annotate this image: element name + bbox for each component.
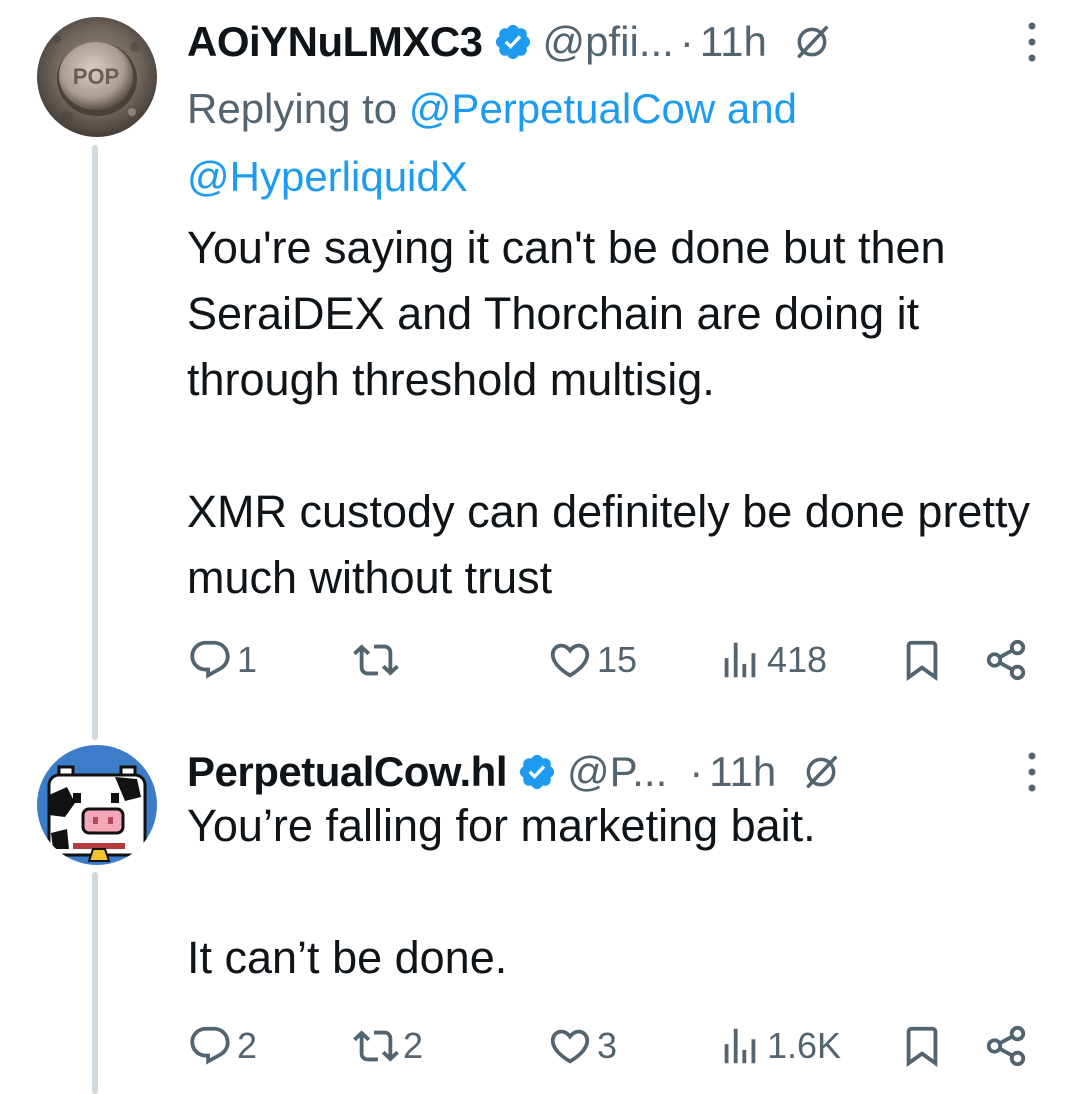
- share-icon: [986, 639, 1026, 681]
- thread-line: [92, 145, 98, 740]
- thread-line: [92, 872, 98, 1094]
- bookmark-icon: [906, 640, 938, 681]
- handle[interactable]: @pfii...: [543, 18, 674, 66]
- heart-icon: [550, 1029, 590, 1064]
- replying-to-label: Replying to: [187, 85, 398, 132]
- verified-badge-icon: [519, 754, 555, 790]
- views-button[interactable]: 418: [717, 630, 827, 690]
- grok-icon[interactable]: [802, 753, 840, 791]
- repost-count: 2: [403, 1025, 424, 1066]
- repost-button[interactable]: [353, 630, 403, 690]
- timestamp[interactable]: 11h: [700, 18, 767, 66]
- heart-icon: [550, 643, 590, 678]
- views-button[interactable]: 1.6K: [717, 1016, 841, 1076]
- views-bar-chart-icon: [724, 642, 756, 678]
- share-icon: [986, 1025, 1026, 1067]
- view-count: 418: [767, 639, 828, 680]
- mention-link[interactable]: @HyperliquidX: [187, 153, 468, 200]
- timestamp[interactable]: 11h: [709, 748, 776, 796]
- action-bar: 2 2 3 1.6K: [187, 1016, 1040, 1076]
- display-name[interactable]: AOiYNuLMXC3: [187, 18, 483, 66]
- more-vertical-icon[interactable]: [1024, 750, 1040, 794]
- like-count: 15: [597, 639, 638, 680]
- mention-link[interactable]: @PerpetualCow: [409, 85, 715, 132]
- handle[interactable]: @P...: [567, 748, 667, 796]
- avatar[interactable]: POP: [37, 17, 157, 137]
- bookmark-icon: [906, 1026, 938, 1067]
- action-bar: 1 15 418: [187, 630, 1040, 690]
- separator: ·: [679, 18, 694, 65]
- reply-count: 1: [237, 639, 258, 680]
- share-button[interactable]: [983, 630, 1033, 690]
- like-button[interactable]: 15: [547, 630, 637, 690]
- separator: ·: [689, 748, 704, 795]
- tweet-text: You’re falling for marketing bait. It ca…: [187, 800, 816, 983]
- tweet-thread: POP AOiYNuLMXC3 @pfii... · 11h Replying …: [0, 0, 1080, 1094]
- replying-to: Replying to @PerpetualCow and @Hyperliqu…: [187, 75, 1040, 211]
- tweet[interactable]: POP AOiYNuLMXC3 @pfii... · 11h Replying …: [0, 0, 1080, 740]
- verified-badge-icon: [495, 24, 530, 60]
- repost-button[interactable]: 2: [353, 1016, 423, 1076]
- replying-to-conjunction: and: [726, 85, 797, 132]
- repost-icon: [353, 644, 399, 676]
- tweet[interactable]: PerpetualCow.hl @P... · 11h You’re falli…: [0, 730, 1080, 1094]
- repost-icon: [353, 1030, 399, 1062]
- tweet-text: You're saying it can't be done but then …: [187, 222, 1030, 603]
- tweet-header: AOiYNuLMXC3 @pfii... · 11h: [187, 12, 1040, 72]
- avatar[interactable]: [37, 745, 157, 865]
- views-bar-chart-icon: [724, 1028, 756, 1064]
- reply-icon: [190, 640, 230, 679]
- display-name[interactable]: PerpetualCow.hl: [187, 748, 508, 796]
- reply-button[interactable]: 2: [187, 1016, 257, 1076]
- reply-button[interactable]: 1: [187, 630, 257, 690]
- grok-icon[interactable]: [793, 23, 831, 61]
- view-count: 1.6K: [767, 1025, 842, 1066]
- bookmark-button[interactable]: [899, 630, 949, 690]
- reply-icon: [190, 1026, 230, 1065]
- svg-text:POP: POP: [73, 64, 119, 89]
- more-vertical-icon[interactable]: [1024, 20, 1040, 64]
- bookmark-button[interactable]: [899, 1016, 949, 1076]
- share-button[interactable]: [983, 1016, 1033, 1076]
- like-count: 3: [597, 1025, 618, 1066]
- reply-count: 2: [237, 1025, 258, 1066]
- like-button[interactable]: 3: [547, 1016, 617, 1076]
